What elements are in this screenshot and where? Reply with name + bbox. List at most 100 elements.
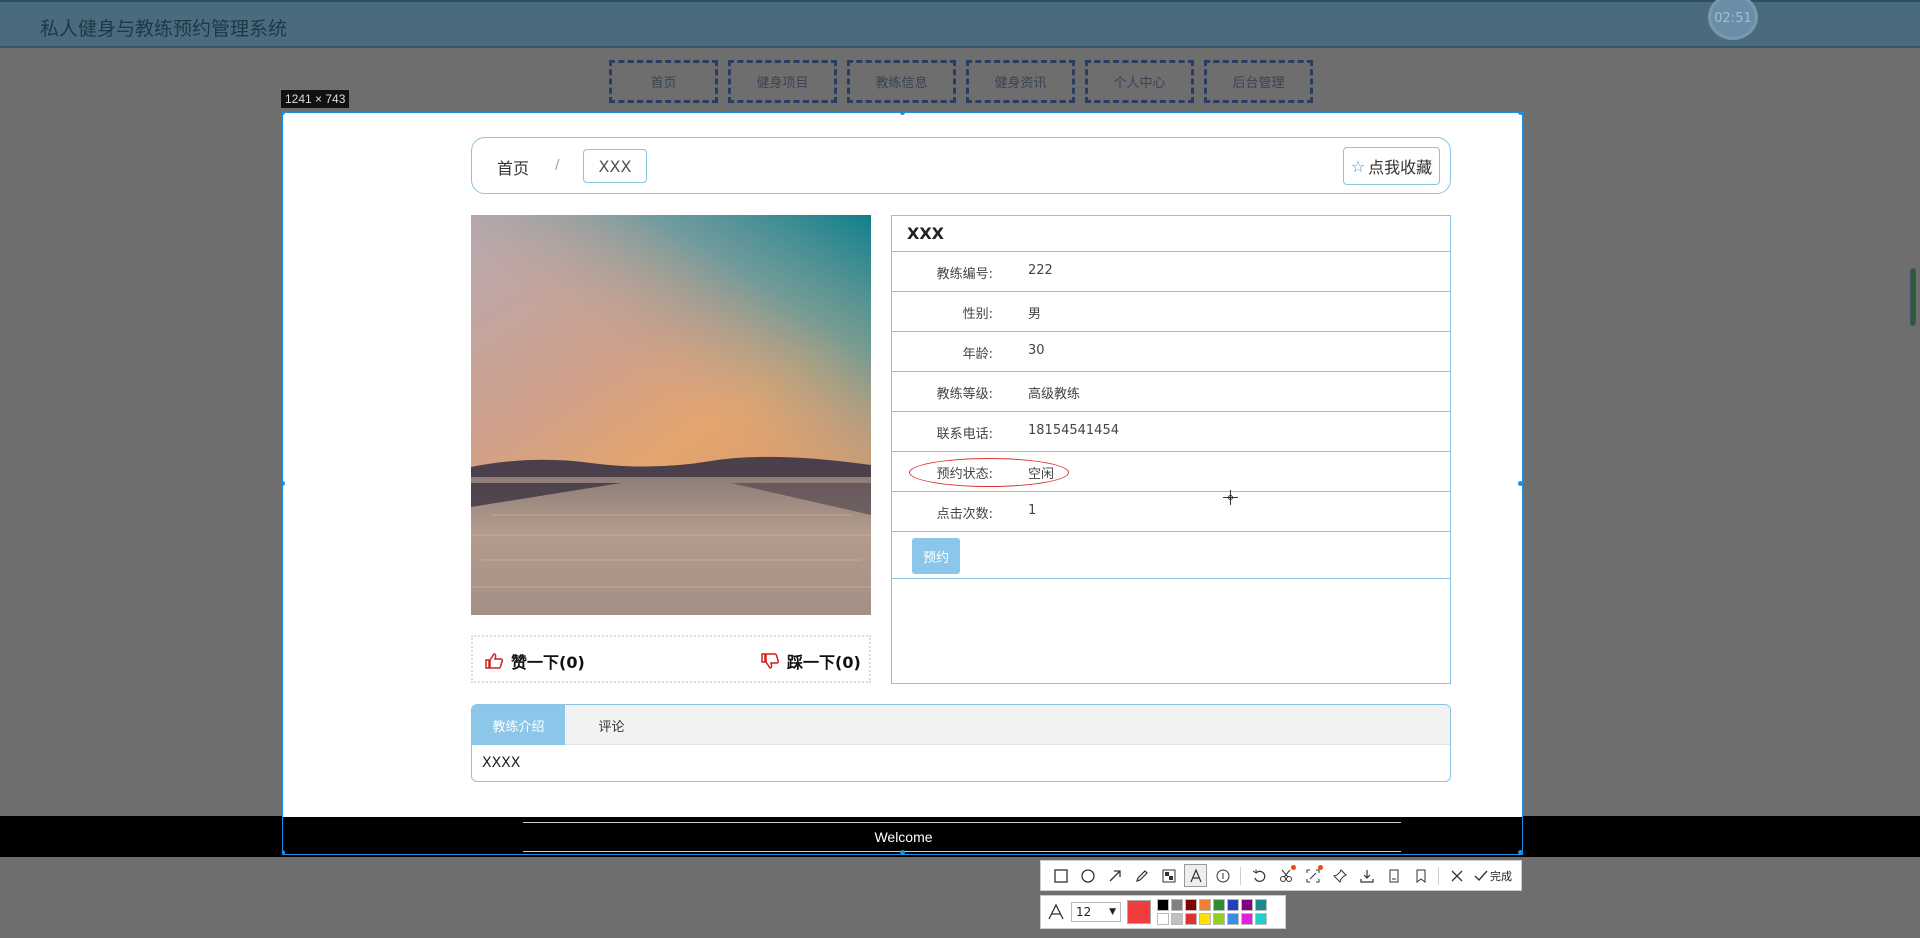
nav-item-personal-center[interactable]: 个人中心 — [1085, 60, 1194, 103]
color-swatch[interactable] — [1213, 913, 1225, 925]
info-row-gender: 性别: 男 — [892, 292, 1450, 332]
color-swatch[interactable] — [1199, 899, 1211, 911]
color-swatch[interactable] — [1157, 899, 1169, 911]
nav-item-admin[interactable]: 后台管理 — [1204, 60, 1313, 103]
color-swatch[interactable] — [1185, 899, 1197, 911]
color-swatch[interactable] — [1157, 913, 1169, 925]
color-swatch[interactable] — [1227, 899, 1239, 911]
coach-info-table: XXX 教练编号: 222 性别: 男 年龄: 30 教练等级: 高级教练 联系… — [891, 215, 1451, 684]
breadcrumb-home-link[interactable]: 首页 — [497, 155, 529, 179]
done-button[interactable]: 完成 — [1474, 868, 1512, 884]
star-icon: ☆ — [1350, 156, 1366, 176]
font-size-value: 12 — [1076, 905, 1092, 919]
mosaic-tool-icon[interactable] — [1157, 864, 1180, 887]
breadcrumb-separator: / — [555, 158, 560, 173]
info-label: 教练编号: — [936, 267, 993, 282]
app-title: 私人健身与教练预约管理系统 — [40, 18, 288, 40]
bookmark-icon[interactable] — [1409, 864, 1432, 887]
nav-item-fitness-projects[interactable]: 健身项目 — [728, 60, 837, 103]
rectangle-tool-icon[interactable] — [1049, 864, 1072, 887]
info-value: 空闲 — [1028, 467, 1055, 482]
resize-handle-bottom-left[interactable] — [283, 850, 285, 854]
capture-toolbar: 完成 — [1040, 860, 1522, 891]
current-color-swatch[interactable] — [1127, 900, 1151, 924]
tab-content: XXXX — [482, 755, 521, 771]
resize-handle-top-left[interactable] — [283, 113, 285, 115]
info-value: 男 — [1028, 307, 1042, 322]
text-tool-icon[interactable] — [1184, 864, 1207, 887]
pin-icon[interactable] — [1328, 864, 1351, 887]
resize-handle-top-right[interactable] — [1518, 113, 1522, 115]
selection-size-label: 1241 × 743 — [281, 90, 350, 108]
nav-item-fitness-news[interactable]: 健身资讯 — [966, 60, 1075, 103]
color-swatch[interactable] — [1241, 913, 1253, 925]
color-swatch[interactable] — [1255, 899, 1267, 911]
tab-comments[interactable]: 评论 — [565, 705, 658, 745]
footer-text: Welcome — [874, 829, 933, 845]
info-row-age: 年龄: 30 — [892, 332, 1450, 372]
resize-handle-bottom[interactable] — [900, 850, 905, 854]
info-label: 联系电话: — [936, 427, 993, 442]
color-swatch[interactable] — [1255, 913, 1267, 925]
dislike-button[interactable]: 踩一下(0) — [761, 649, 861, 673]
info-label: 教练等级: — [936, 387, 993, 402]
undo-icon[interactable] — [1247, 864, 1270, 887]
booking-row: 预约 — [892, 532, 1450, 579]
color-swatch[interactable] — [1241, 899, 1253, 911]
info-label: 预约状态: — [936, 467, 993, 482]
like-button[interactable]: 赞一下(0) — [485, 649, 585, 673]
detail-tabs: 教练介绍 评论 XXXX — [471, 704, 1451, 782]
info-row-level: 教练等级: 高级教练 — [892, 372, 1450, 412]
font-size-select[interactable]: 12 ▼ — [1071, 902, 1121, 922]
number-marker-icon[interactable] — [1211, 864, 1234, 887]
breadcrumb: 首页 / XXX ☆ 点我收藏 — [471, 137, 1451, 194]
footer-divider — [523, 851, 1401, 852]
thumbs-down-icon — [761, 653, 779, 669]
tab-coach-intro[interactable]: 教练介绍 — [472, 705, 565, 745]
translate-tool-icon[interactable] — [1301, 864, 1324, 887]
toolbar-divider — [1438, 866, 1439, 885]
download-icon[interactable] — [1355, 864, 1378, 887]
crosshair-cursor-icon — [1223, 490, 1238, 505]
color-swatch[interactable] — [1171, 913, 1183, 925]
color-palette — [1157, 899, 1267, 925]
page-scrollbar[interactable] — [1910, 268, 1916, 326]
resize-handle-right[interactable] — [1518, 481, 1522, 486]
info-label: 点击次数: — [936, 507, 993, 522]
favorite-label: 点我收藏 — [1368, 158, 1433, 177]
clock-badge: 02:51 — [1708, 0, 1758, 40]
nav-item-home[interactable]: 首页 — [609, 60, 718, 103]
coach-photo — [471, 215, 871, 615]
color-swatch[interactable] — [1185, 913, 1197, 925]
color-swatch[interactable] — [1199, 913, 1211, 925]
font-size-icon — [1048, 903, 1064, 920]
info-value: 18154541454 — [1028, 423, 1119, 438]
pencil-tool-icon[interactable] — [1130, 864, 1153, 887]
screenshot-selection[interactable]: 首页 / XXX ☆ 点我收藏 赞一下(0) 踩一下(0) XXX 教练编号: … — [282, 112, 1523, 855]
favorite-button[interactable]: ☆ 点我收藏 — [1343, 147, 1440, 185]
dislike-label: 踩一下(0) — [787, 653, 861, 672]
book-button[interactable]: 预约 — [912, 538, 960, 574]
like-label: 赞一下(0) — [511, 653, 585, 672]
check-icon — [1474, 870, 1488, 881]
info-label: 年龄: — [962, 347, 993, 362]
resize-handle-bottom-right[interactable] — [1518, 850, 1522, 854]
close-icon[interactable] — [1445, 864, 1468, 887]
resize-handle-top[interactable] — [900, 113, 905, 115]
long-screenshot-icon[interactable] — [1382, 864, 1405, 887]
resize-handle-left[interactable] — [283, 481, 285, 486]
main-nav: 首页 健身项目 教练信息 健身资讯 个人中心 后台管理 — [609, 60, 1313, 103]
nav-item-coach-info[interactable]: 教练信息 — [847, 60, 956, 103]
color-swatch[interactable] — [1171, 899, 1183, 911]
color-swatch[interactable] — [1227, 913, 1239, 925]
ellipse-tool-icon[interactable] — [1076, 864, 1099, 887]
toolbar-divider — [1240, 866, 1241, 885]
color-swatch[interactable] — [1213, 899, 1225, 911]
chevron-down-icon: ▼ — [1109, 907, 1116, 917]
arrow-tool-icon[interactable] — [1103, 864, 1126, 887]
ocr-tool-icon[interactable] — [1274, 864, 1297, 887]
done-label: 完成 — [1490, 869, 1512, 883]
new-dot-icon — [1291, 865, 1296, 870]
info-value: 30 — [1028, 343, 1045, 358]
new-dot-icon — [1318, 865, 1323, 870]
